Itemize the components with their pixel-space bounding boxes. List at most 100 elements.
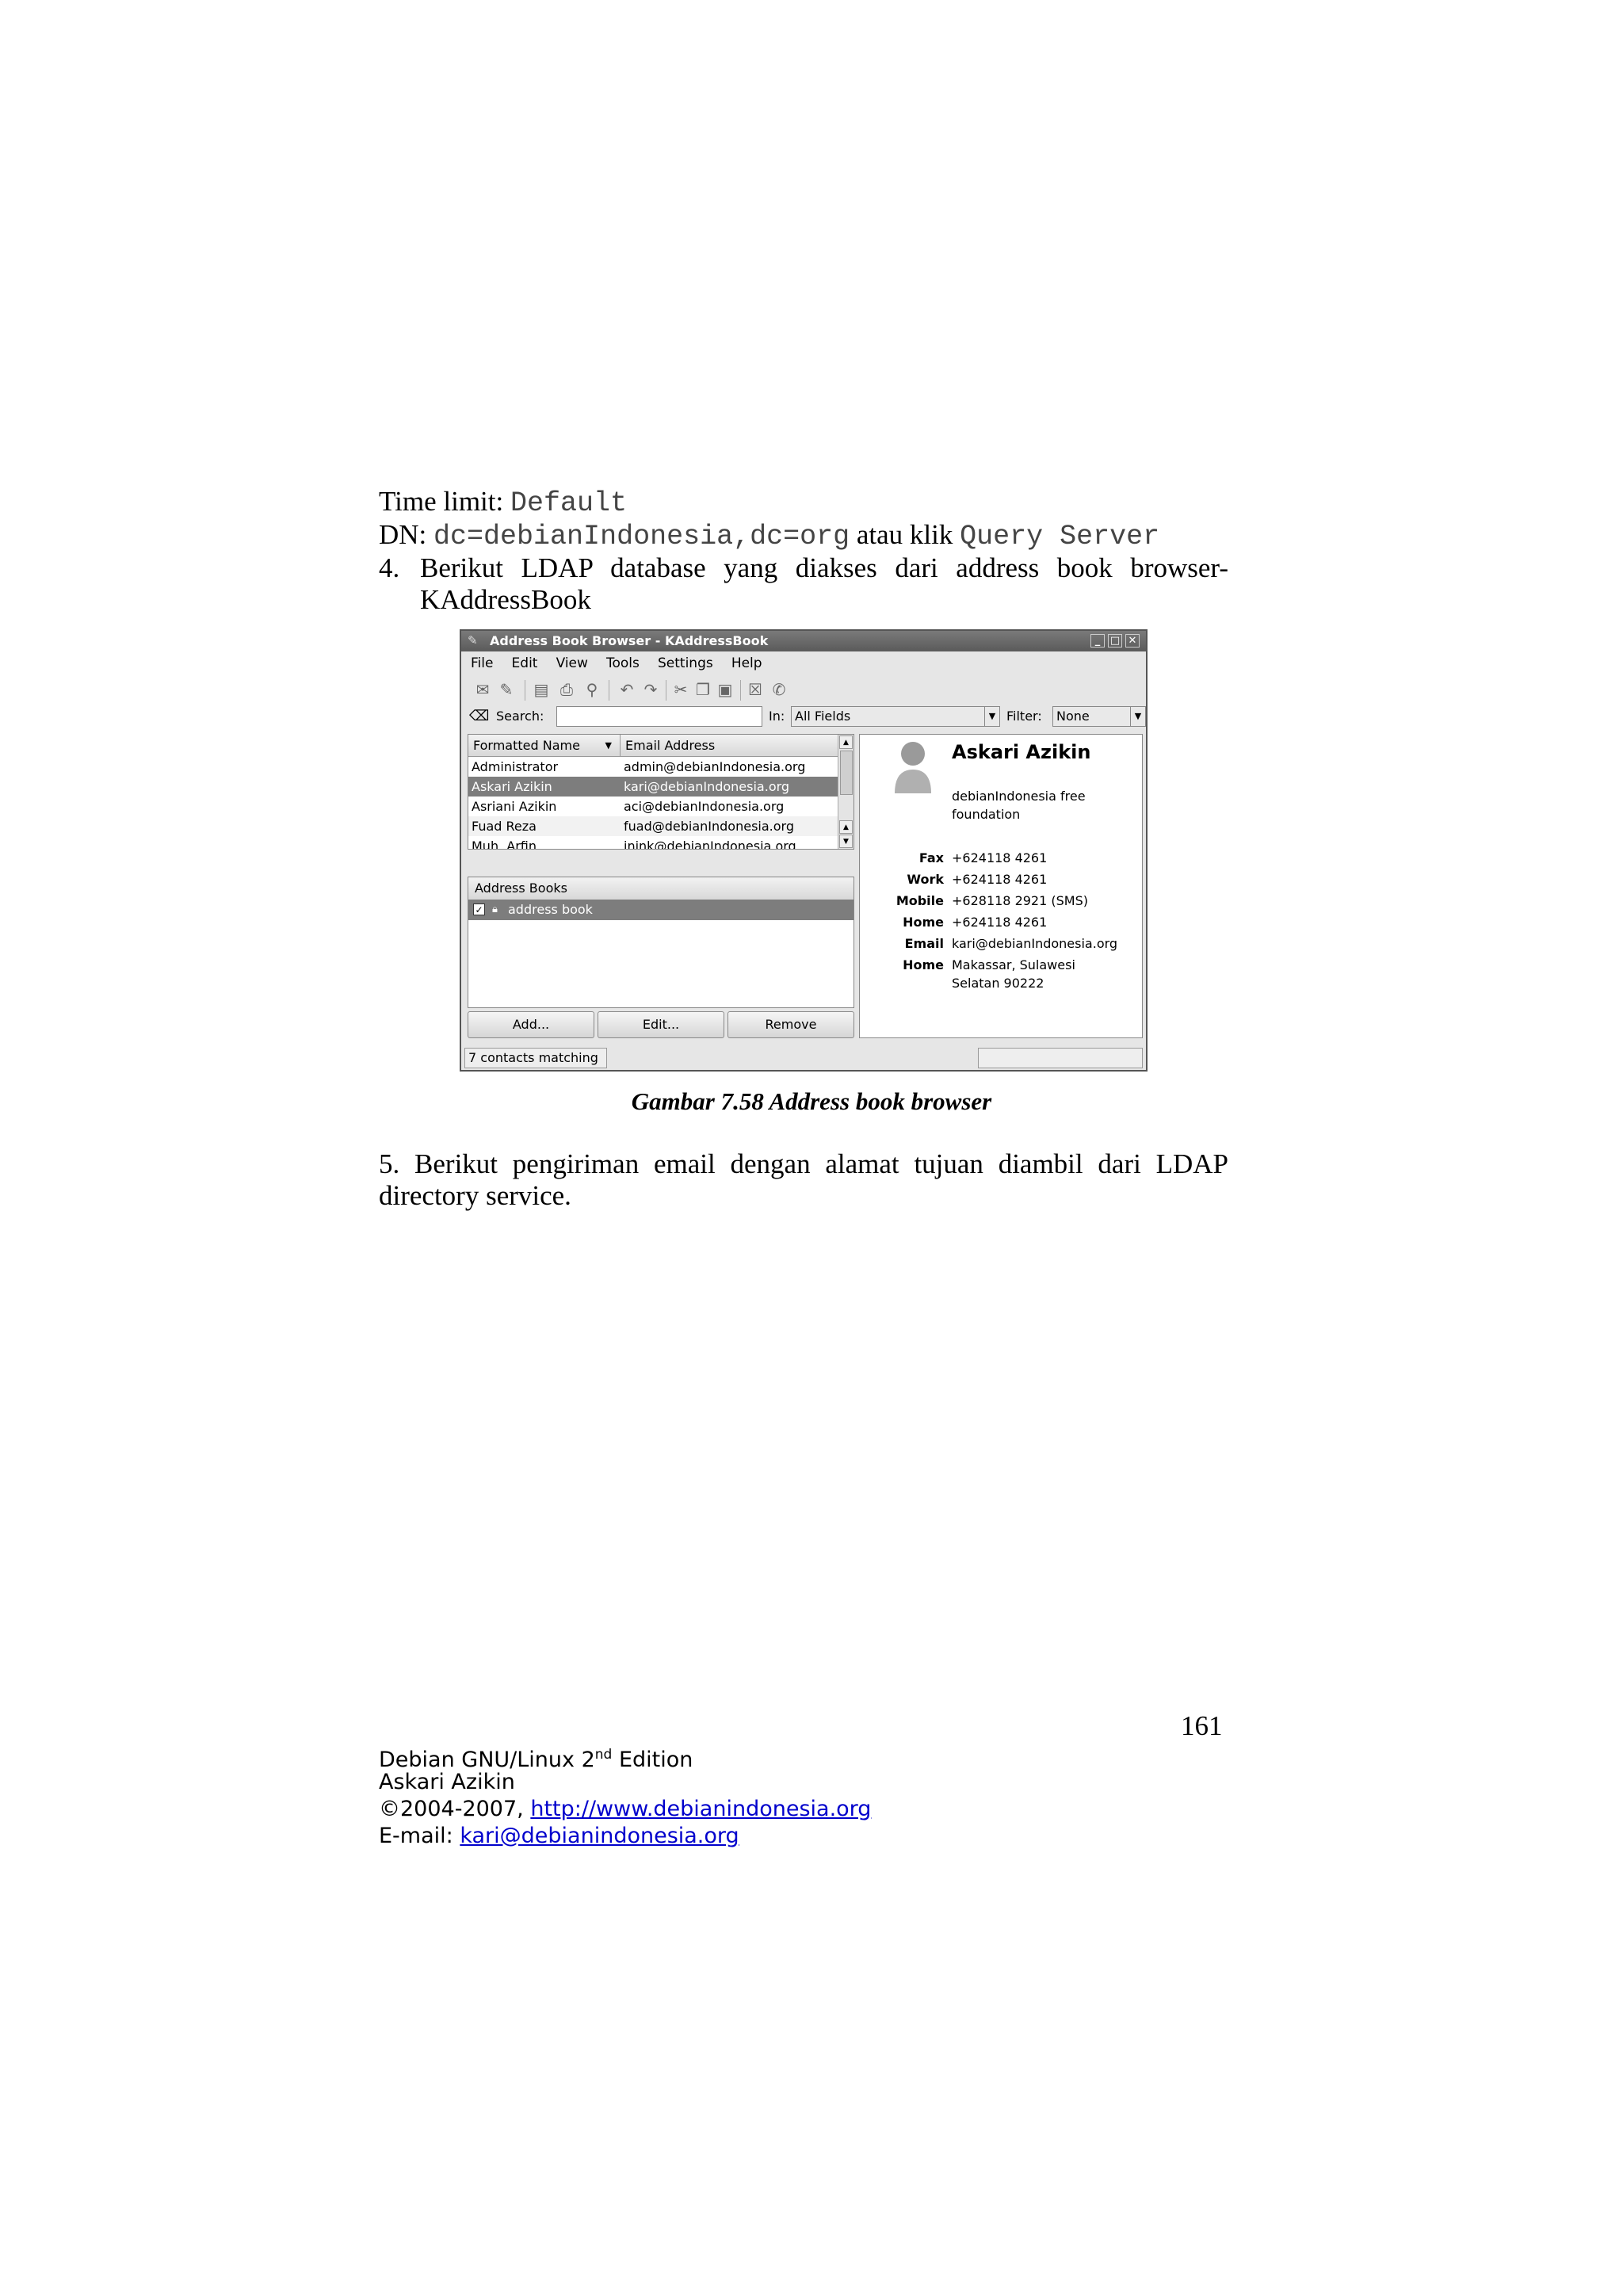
in-label: In: (769, 709, 785, 724)
item5-line2: directory service. (379, 1180, 571, 1211)
address-book-item[interactable]: ✓ 🔒︎ address book (468, 900, 854, 920)
email-link[interactable]: kari@debianindonesia.org (460, 1824, 739, 1848)
dn-mid-text: atau klik (850, 519, 960, 550)
new-contact-icon[interactable]: ✉ (472, 680, 493, 699)
dn-line: DN: dc=debianIndonesia,dc=org atau klik … (379, 518, 1159, 553)
close-icon[interactable]: ✕ (1125, 634, 1140, 648)
word: Berikut (414, 1148, 498, 1179)
menu-file[interactable]: File (471, 655, 493, 671)
scroll-down-icon[interactable]: ▼ (839, 835, 853, 848)
filter-select[interactable]: None ▼ (1052, 706, 1146, 727)
copy-icon[interactable]: ❐ (693, 680, 713, 699)
menu-tools[interactable]: Tools (606, 655, 640, 671)
dn-label: DN: (379, 519, 434, 550)
mobile-value: +628118 2921 (SMS) (952, 893, 1088, 908)
figure-caption: Gambar 7.58 Address book browser (631, 1087, 992, 1115)
person-icon (895, 742, 931, 793)
contact-list: Formatted Name ▼ Email Address Administr… (468, 734, 854, 850)
home-phone-label: Home (903, 915, 944, 930)
word: Berikut (420, 552, 503, 583)
status-text: 7 contacts matching (464, 1048, 607, 1068)
footer-email: E-mail: kari@debianindonesia.org (379, 1824, 739, 1848)
word: address (956, 552, 1040, 583)
address-book-label: address book (508, 902, 593, 917)
word: book (1056, 552, 1113, 583)
table-row[interactable]: Administrator admin@debianIndonesia.org (468, 757, 838, 777)
filter-value: None (1056, 709, 1090, 724)
word: database (610, 552, 706, 583)
word: yang (724, 552, 778, 583)
toolbar: ✉ ✎ ▤ ⎙ ⚲ ↶ ↷ ✂ ❐ ▣ ☒ ✆ (461, 675, 1146, 704)
contact-list-scrollbar[interactable]: ▲ ▲ ▼ (838, 735, 854, 849)
clear-search-icon[interactable]: ⌫ (469, 706, 489, 727)
filter-label: Filter: (1006, 709, 1042, 724)
table-row[interactable]: Asriani Azikin aci@debianIndonesia.org (468, 797, 838, 816)
home-phone-value: +624118 4261 (952, 915, 1048, 930)
delete-icon[interactable]: ☒ (745, 680, 766, 699)
column-header-name[interactable]: Formatted Name ▼ (468, 735, 621, 757)
word: email (653, 1148, 716, 1179)
lock-icon: 🔒︎ (492, 904, 498, 915)
word: diakses (795, 552, 877, 583)
table-row[interactable]: Muh. Arfin inink@debianIndonesia.org (468, 836, 838, 849)
word: LDAP (521, 552, 593, 583)
menu-help[interactable]: Help (731, 655, 762, 671)
word: LDAP (1155, 1148, 1229, 1179)
chevron-down-icon: ▼ (984, 707, 999, 726)
footer-copyright: ©2004-2007, http://www.debianindonesia.o… (379, 1797, 872, 1821)
scroll-thumb[interactable] (840, 751, 853, 795)
time-limit-value: Default (510, 487, 628, 519)
undo-icon[interactable]: ↶ (617, 680, 637, 699)
menu-view[interactable]: View (556, 655, 588, 671)
edit-contact-icon[interactable]: ✎ (496, 680, 517, 699)
query-server-text: Query Server (960, 521, 1160, 552)
home-address-label: Home (903, 957, 944, 972)
mobile-label: Mobile (896, 893, 944, 908)
maximize-icon[interactable]: □ (1108, 634, 1122, 648)
address-books-panel: Address Books ✓ 🔒︎ address book (468, 877, 854, 1008)
checkbox-checked-icon[interactable]: ✓ (473, 904, 485, 915)
menu-settings[interactable]: Settings (658, 655, 713, 671)
status-progress (978, 1048, 1143, 1068)
word: tujuan (914, 1148, 983, 1179)
print-icon[interactable]: ⎙ (556, 680, 577, 699)
kaddressbook-window: ✎ Address Book Browser - KAddressBook _ … (460, 629, 1148, 1072)
edit-button[interactable]: Edit... (598, 1011, 724, 1038)
contact-organization: debianIndonesia free foundation (952, 789, 1086, 822)
redo-icon[interactable]: ↷ (640, 680, 661, 699)
item4-line2: KAddressBook (420, 584, 591, 615)
scroll-up-icon[interactable]: ▲ (839, 820, 853, 834)
work-value: +624118 4261 (952, 872, 1048, 887)
chevron-down-icon: ▼ (1130, 707, 1145, 726)
email-value[interactable]: kari@debianIndonesia.org (952, 936, 1117, 951)
status-bar: 7 contacts matching (461, 1045, 1146, 1070)
window-title: Address Book Browser - KAddressBook (490, 633, 769, 648)
save-icon[interactable]: ▤ (531, 680, 552, 699)
search-input[interactable] (556, 706, 762, 727)
word: diambil (998, 1148, 1083, 1179)
remove-button[interactable]: Remove (727, 1011, 854, 1038)
in-field-select[interactable]: All Fields ▼ (791, 706, 1000, 727)
add-button[interactable]: Add... (468, 1011, 594, 1038)
scroll-up-icon[interactable]: ▲ (839, 735, 853, 749)
page-number: 161 (1181, 1710, 1223, 1741)
paste-icon[interactable]: ▣ (715, 680, 735, 699)
sort-arrow-icon: ▼ (605, 740, 612, 751)
address-books-header: Address Books (468, 877, 854, 900)
word: 5. (379, 1148, 400, 1179)
minimize-icon[interactable]: _ (1090, 634, 1105, 648)
search-people-icon[interactable]: ⚲ (582, 680, 602, 699)
website-link[interactable]: http://www.debianindonesia.org (530, 1797, 871, 1821)
column-header-email[interactable]: Email Address (621, 735, 839, 757)
phone-icon[interactable]: ✆ (769, 680, 789, 699)
cut-icon[interactable]: ✂ (670, 680, 691, 699)
table-row[interactable]: Askari Azikin kari@debianIndonesia.org (468, 777, 838, 797)
contact-detail-panel: Askari Azikin debianIndonesia free found… (859, 734, 1143, 1038)
home-address-line2: Selatan 90222 (952, 976, 1044, 991)
footer-author: Askari Azikin (379, 1770, 515, 1794)
word: pengiriman (512, 1148, 640, 1179)
fax-label: Fax (918, 850, 944, 865)
table-row[interactable]: Fuad Reza fuad@debianIndonesia.org (468, 816, 838, 836)
menu-edit[interactable]: Edit (512, 655, 538, 671)
menubar: File Edit View Tools Settings Help (461, 651, 1146, 675)
